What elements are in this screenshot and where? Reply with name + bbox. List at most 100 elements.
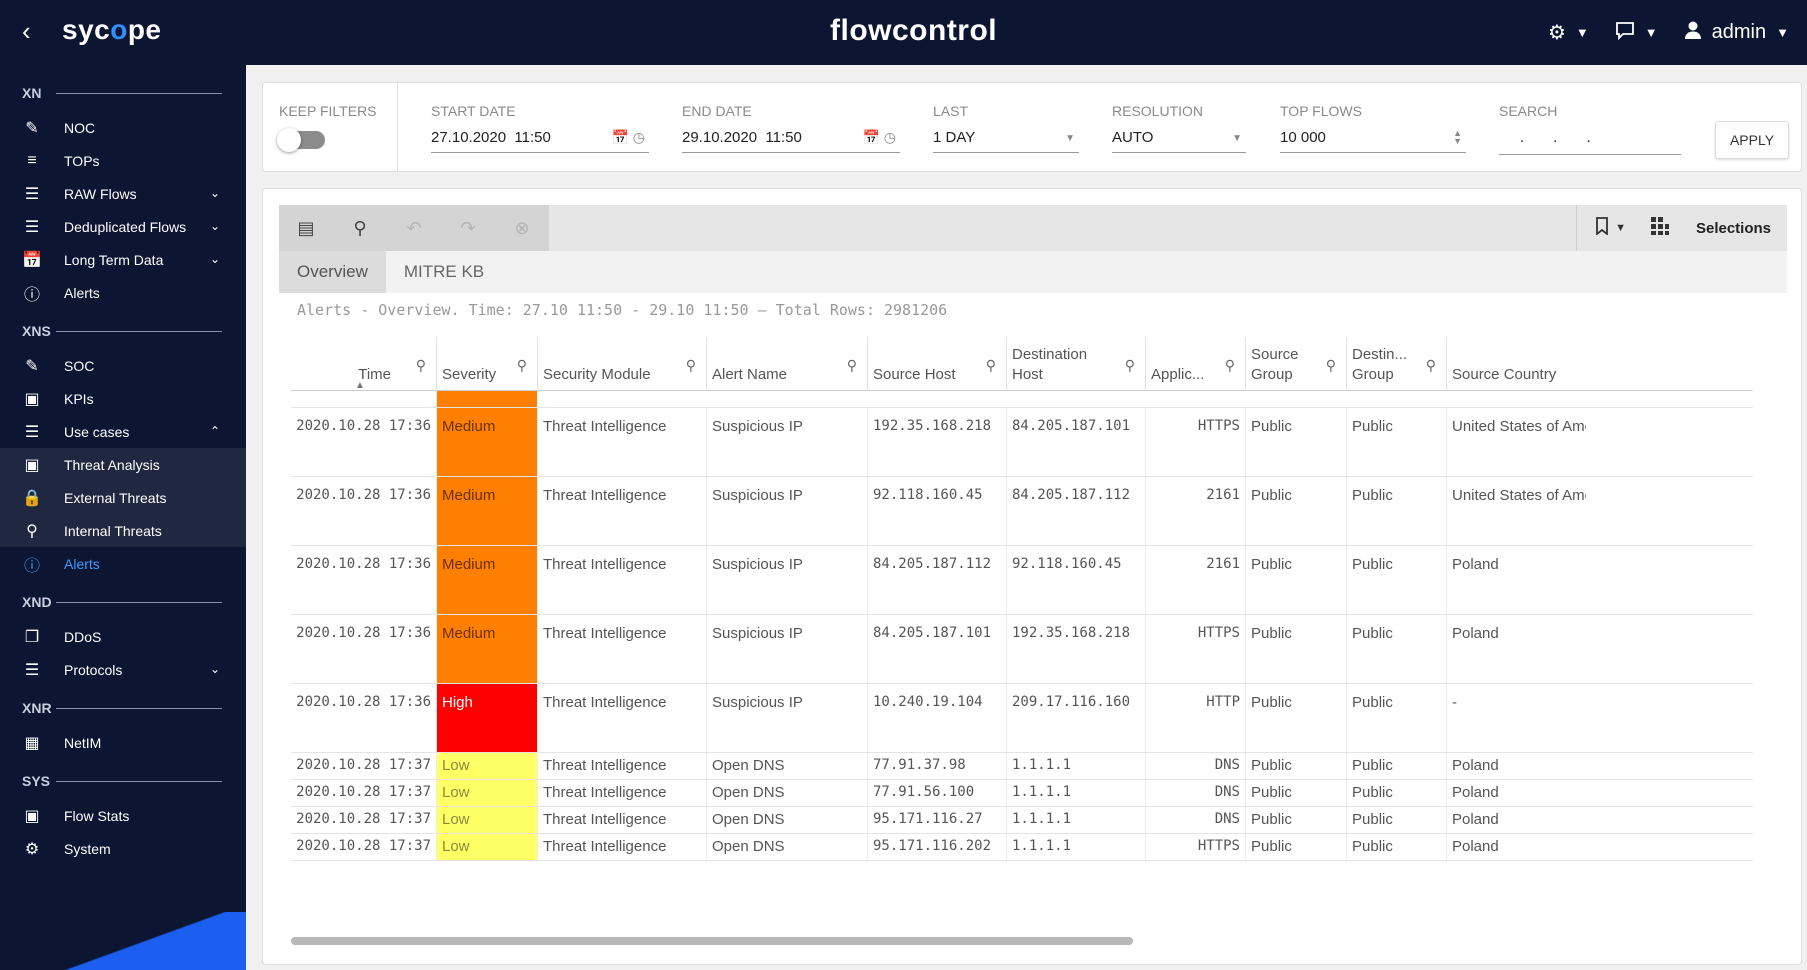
back-arrow-icon[interactable]: ‹ (22, 18, 50, 46)
table-row[interactable]: 2020.10.28 17:36 Medium Threat Intelligenc… (291, 408, 1753, 477)
caret-down-icon: ▼ (1615, 222, 1626, 234)
severity-cell (436, 391, 537, 407)
sidebar-item-alerts[interactable]: ⓘ Alerts (0, 547, 246, 580)
redo-icon[interactable]: ↷ (441, 205, 495, 251)
chevron-down-icon: ⌄ (209, 252, 220, 266)
sidebar-item-kpis[interactable]: ▣ KPIs (0, 382, 246, 415)
column-header-source-host[interactable]: Source Host ⚲ (867, 337, 1006, 391)
module-cell: Threat Intelligence (537, 477, 706, 545)
column-header-time[interactable]: Time ⚲ ▲ (291, 337, 436, 391)
table-row[interactable]: 2020.10.28 17:37 Low Threat Intelligence Op… (291, 807, 1753, 834)
messages-menu[interactable]: ▼ (1615, 20, 1658, 46)
table-row[interactable] (291, 391, 1753, 408)
sidebar-item-noc[interactable]: ✎ NOC (0, 111, 246, 144)
table-row[interactable]: 2020.10.28 17:37 Low Threat Intelligence Op… (291, 753, 1753, 780)
user-icon (1684, 20, 1702, 46)
sidebar-item-raw-flows[interactable]: ☰ RAW Flows ⌄ (0, 177, 246, 210)
country-cell: - (1446, 684, 1586, 752)
country-cell: Poland (1446, 834, 1586, 860)
column-header-alert-name[interactable]: Alert Name ⚲ (706, 337, 867, 391)
clear-selection-icon[interactable]: ⊗ (495, 205, 549, 251)
table-row[interactable]: 2020.10.28 17:36 Medium Threat Intelligenc… (291, 477, 1753, 546)
column-label: Destin... Group (1352, 346, 1408, 383)
severity-cell: Medium (436, 477, 537, 545)
sidebar-item-use-cases[interactable]: ☰ Use cases ⌃ (0, 415, 246, 448)
search-icon[interactable]: ⚲ (517, 357, 527, 374)
alert-cell: Open DNS (706, 780, 867, 806)
sidebar-item-soc[interactable]: ✎ SOC (0, 349, 246, 382)
search-icon[interactable]: ⚲ (686, 357, 696, 374)
app-cell: HTTPS (1145, 408, 1245, 476)
column-label: Applic... (1151, 366, 1205, 383)
sidebar-item-deduplicated-flows[interactable]: ☰ Deduplicated Flows ⌄ (0, 210, 246, 243)
sidebar-item-system[interactable]: ⚙ System (0, 832, 246, 865)
sidebar-item-netim[interactable]: ▦ NetIM (0, 726, 246, 759)
undo-icon[interactable]: ↶ (387, 205, 441, 251)
end-date-field[interactable]: 29.10.2020 11:50 📅 ◷ (682, 129, 900, 153)
grid-icon[interactable] (1644, 216, 1676, 241)
keep-filters-toggle[interactable] (277, 128, 325, 152)
apply-button[interactable]: APPLY (1715, 121, 1789, 159)
column-header-source-group[interactable]: Source Group ⚲ (1245, 337, 1346, 391)
column-header-destination-host[interactable]: Destination Host ⚲ (1006, 337, 1145, 391)
sidebar-item-threat-analysis[interactable]: ▣ Threat Analysis (0, 448, 246, 481)
search-icon[interactable]: ⚲ (1326, 357, 1336, 374)
horizontal-scrollbar[interactable] (291, 937, 1753, 945)
selections-button[interactable]: Selections (1676, 220, 1787, 237)
sidebar-item-label: TOPs (64, 152, 100, 169)
top-bar: ‹ sycope flowcontrol ⚙ ▼ ▼ admin ▼ (0, 0, 1807, 65)
sidebar-item-external-threats[interactable]: 🔒 External Threats (0, 481, 246, 514)
alert-circle-icon: ⓘ (23, 557, 40, 575)
last-select[interactable]: 1 DAY ▼ (933, 129, 1079, 153)
sort-ascending-icon[interactable]: ▲ (355, 380, 365, 391)
column-header-destin-group[interactable]: Destin... Group ⚲ (1346, 337, 1446, 391)
archive-icon[interactable]: ▤ (279, 205, 333, 251)
dst-cell: 1.1.1.1 (1006, 834, 1145, 860)
sidebar-item-tops[interactable]: ≡ TOPs (0, 144, 246, 177)
country-cell: Poland (1446, 753, 1586, 779)
sidebar-item-ddos[interactable]: ❐ DDoS (0, 620, 246, 653)
tab-mitre-kb[interactable]: MITRE KB (386, 251, 502, 293)
column-header-source-country[interactable]: Source Country (1446, 337, 1586, 391)
bookmark-menu[interactable]: ▼ (1577, 216, 1644, 240)
search-icon[interactable]: ⚲ (847, 357, 857, 374)
resolution-select[interactable]: AUTO ▼ (1112, 129, 1246, 153)
sidebar-item-flow-stats[interactable]: ▣ Flow Stats (0, 799, 246, 832)
search-icon[interactable]: ⚲ (1225, 357, 1235, 374)
column-header-applic[interactable]: Applic... ⚲ (1145, 337, 1245, 391)
ip-search-input[interactable]: . . . (1499, 129, 1681, 155)
top-flows-stepper[interactable]: 10 000 ▲ ▼ (1280, 129, 1466, 153)
start-date-field[interactable]: 27.10.2020 11:50 📅 ◷ (431, 129, 649, 153)
calendar-clock-icon[interactable]: 📅 ◷ (862, 129, 896, 146)
sidebar-item-internal-threats[interactable]: ⚲ Internal Threats (0, 514, 246, 547)
src-group-cell: Public (1245, 807, 1346, 833)
sidebar-item-label: Internal Threats (64, 522, 162, 539)
zoom-selection-icon[interactable]: ⚲ (333, 205, 387, 251)
calendar-clock-icon[interactable]: 📅 ◷ (611, 129, 645, 146)
chevron-down-icon: ⌄ (209, 186, 220, 200)
country-cell: Poland (1446, 546, 1586, 614)
app-cell: DNS (1145, 807, 1245, 833)
table-row[interactable]: 2020.10.28 17:36 Medium Threat Intelligenc… (291, 546, 1753, 615)
sidebar-item-alerts[interactable]: ⓘ Alerts (0, 276, 246, 309)
sidebar-item-long-term-data[interactable]: 📅 Long Term Data ⌄ (0, 243, 246, 276)
user-menu[interactable]: admin ▼ (1684, 20, 1789, 46)
gear-icon: ⚙ (1547, 22, 1566, 44)
table-row[interactable]: 2020.10.28 17:36 Medium Threat Intelligenc… (291, 615, 1753, 684)
search-icon[interactable]: ⚲ (416, 357, 426, 374)
search-icon[interactable]: ⚲ (986, 357, 996, 374)
search-icon[interactable]: ⚲ (1426, 357, 1436, 374)
table-row[interactable]: 2020.10.28 17:37 Low Threat Intelligence Op… (291, 834, 1753, 861)
settings-menu[interactable]: ⚙ ▼ (1548, 20, 1589, 45)
column-header-severity[interactable]: Severity ⚲ (436, 337, 537, 391)
search-icon[interactable]: ⚲ (1125, 357, 1135, 374)
sidebar-item-protocols[interactable]: ☰ Protocols ⌄ (0, 653, 246, 686)
scrollbar-thumb[interactable] (291, 937, 1133, 945)
table-row[interactable]: 2020.10.28 17:36 High Threat Intelligence S… (291, 684, 1753, 753)
resolution-label: RESOLUTION (1112, 103, 1204, 119)
tab-overview[interactable]: Overview (279, 251, 386, 293)
stepper-arrows-icon[interactable]: ▲ ▼ (1453, 129, 1462, 146)
column-header-security-module[interactable]: Security Module ⚲ (537, 337, 706, 391)
country-cell: Poland (1446, 807, 1586, 833)
table-row[interactable]: 2020.10.28 17:37 Low Threat Intelligence Op… (291, 780, 1753, 807)
